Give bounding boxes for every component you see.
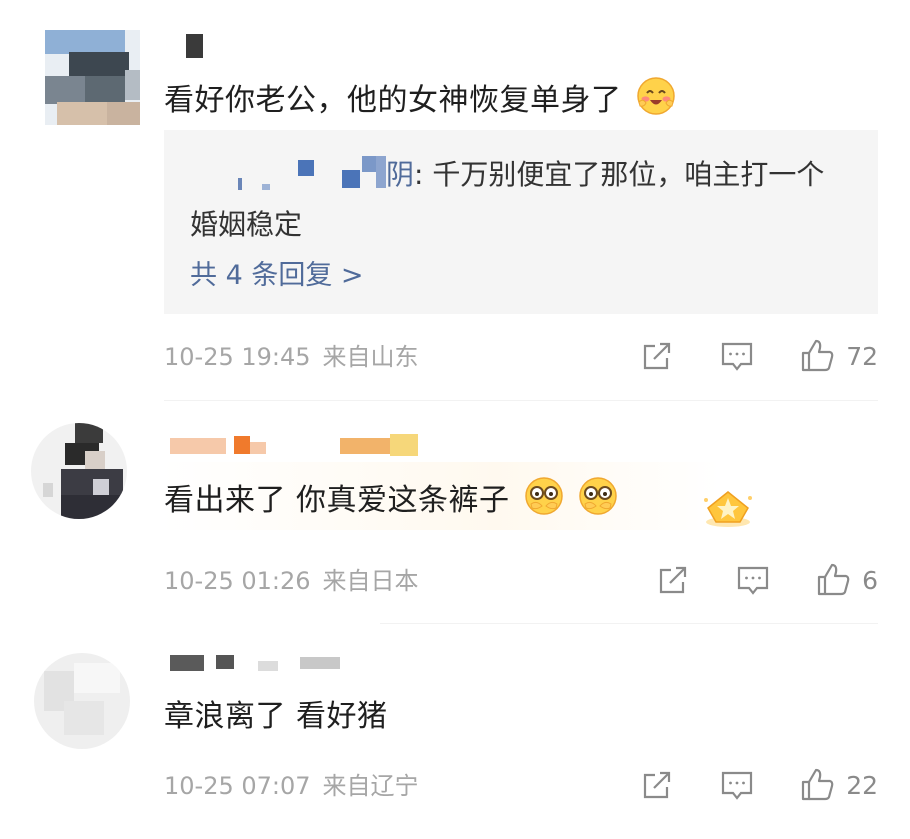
comment-item: 看出来了 你真爱这条裤子 10-25 01:26 来自日本 6 [0, 400, 910, 630]
comment-text: 章浪离了 看好猪 [164, 697, 388, 737]
comment-text: 看出来了 你真爱这条裤子 [164, 476, 618, 527]
avatar[interactable] [34, 653, 130, 749]
comment-icon [736, 563, 770, 597]
like-button[interactable]: 6 [816, 562, 878, 598]
comment-body: 看好你老公，他的女神恢复单身了 [164, 83, 622, 118]
reply-text: 阴: 千万别便宜了那位，咱主打一个婚姻稳定 [190, 150, 850, 250]
comment-meta: 10-25 19:45 来自山东 [164, 340, 419, 374]
comment-button[interactable] [720, 339, 754, 373]
view-replies-link[interactable]: 共 4 条回复 > [190, 256, 364, 296]
location: 来自辽宁 [322, 772, 419, 800]
avatar[interactable] [45, 30, 140, 125]
reply-box[interactable]: 阴: 千万别便宜了那位，咱主打一个婚姻稳定 共 4 条回复 > [164, 130, 878, 314]
username[interactable] [170, 655, 370, 681]
action-bar: 72 [640, 336, 878, 376]
like-count: 6 [862, 565, 878, 595]
comment-meta: 10-25 07:07 来自辽宁 [164, 769, 419, 803]
action-bar: 22 [640, 765, 878, 805]
star-badge-icon [700, 486, 756, 534]
avatar[interactable] [31, 423, 127, 519]
share-icon [656, 563, 690, 597]
like-icon [816, 562, 852, 598]
reply-name-suffix: 阴 [386, 158, 415, 191]
action-bar: 6 [656, 560, 878, 600]
blush-emoji-icon [636, 76, 676, 127]
comment-body: 看出来了 你真爱这条裤子 [164, 483, 510, 518]
comment-meta: 10-25 01:26 来自日本 [164, 564, 419, 598]
comment-text: 看好你老公，他的女神恢复单身了 [164, 76, 676, 127]
like-icon [800, 767, 836, 803]
username[interactable] [186, 34, 206, 60]
like-icon [800, 338, 836, 374]
share-icon [640, 339, 674, 373]
comment-button[interactable] [736, 563, 770, 597]
share-button[interactable] [640, 339, 674, 373]
comment-button[interactable] [720, 768, 754, 802]
reply-username[interactable] [190, 156, 386, 190]
comment-icon [720, 768, 754, 802]
peek-emoji-icon [524, 476, 564, 527]
like-button[interactable]: 22 [800, 767, 878, 803]
like-button[interactable]: 72 [800, 338, 878, 374]
username[interactable] [170, 430, 430, 456]
share-button[interactable] [656, 563, 690, 597]
comment-item: 看好你老公，他的女神恢复单身了 阴: 千万别便宜了那位，咱主打一个婚姻稳定 共 … [0, 0, 910, 400]
timestamp: 10-25 07:07 [164, 772, 311, 800]
share-icon [640, 768, 674, 802]
like-count: 72 [846, 341, 878, 371]
comment-body: 章浪离了 看好猪 [164, 699, 388, 734]
peek-emoji-icon [578, 476, 618, 527]
timestamp: 10-25 19:45 [164, 343, 311, 371]
comment-icon [720, 339, 754, 373]
location: 来自山东 [322, 343, 419, 371]
comment-item: 章浪离了 看好猪 10-25 07:07 来自辽宁 22 [0, 623, 910, 839]
timestamp: 10-25 01:26 [164, 567, 311, 595]
share-button[interactable] [640, 768, 674, 802]
location: 来自日本 [322, 567, 419, 595]
like-count: 22 [846, 770, 878, 800]
